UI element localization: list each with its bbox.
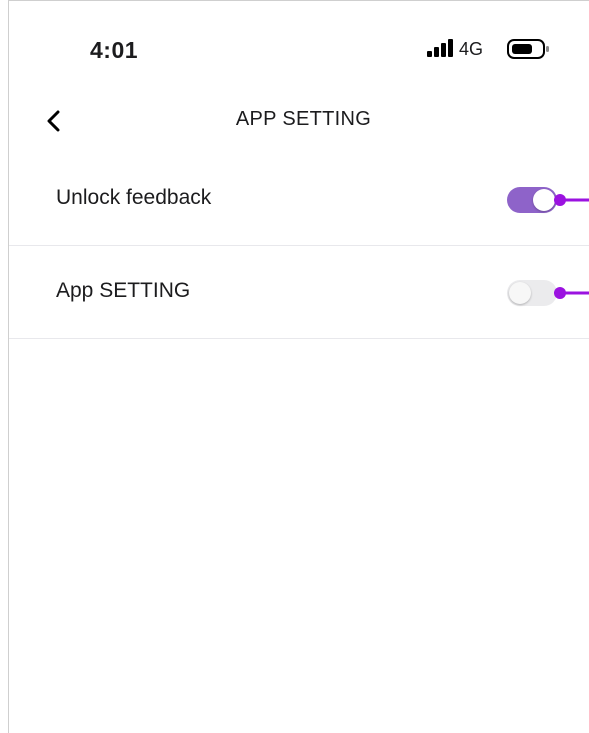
unlock-feedback-toggle[interactable] bbox=[507, 187, 557, 213]
navigation-bar: APP SETTING bbox=[9, 96, 589, 146]
toggle-knob bbox=[509, 282, 531, 304]
battery-icon bbox=[507, 39, 549, 59]
network-type-label: 4G bbox=[459, 39, 484, 59]
setting-row-unlock-feedback: Unlock feedback bbox=[9, 153, 589, 246]
status-bar: 4:01 4G bbox=[9, 1, 589, 96]
setting-label: Unlock feedback bbox=[56, 186, 212, 209]
toggle-knob bbox=[533, 189, 555, 211]
annotation-pointer bbox=[554, 287, 589, 299]
app-setting-toggle[interactable] bbox=[507, 280, 557, 306]
annotation-pointer bbox=[554, 194, 589, 206]
settings-list: Unlock feedback App SETTING bbox=[9, 153, 589, 339]
setting-label: App SETTING bbox=[56, 279, 191, 302]
status-time: 4:01 bbox=[90, 37, 139, 63]
page-title: APP SETTING bbox=[235, 108, 372, 130]
app-screen: 4:01 4G APP SETTING Unlock feedback App … bbox=[8, 0, 589, 733]
setting-row-app-setting: App SETTING bbox=[9, 246, 589, 339]
cellular-signal-icon bbox=[427, 39, 453, 57]
